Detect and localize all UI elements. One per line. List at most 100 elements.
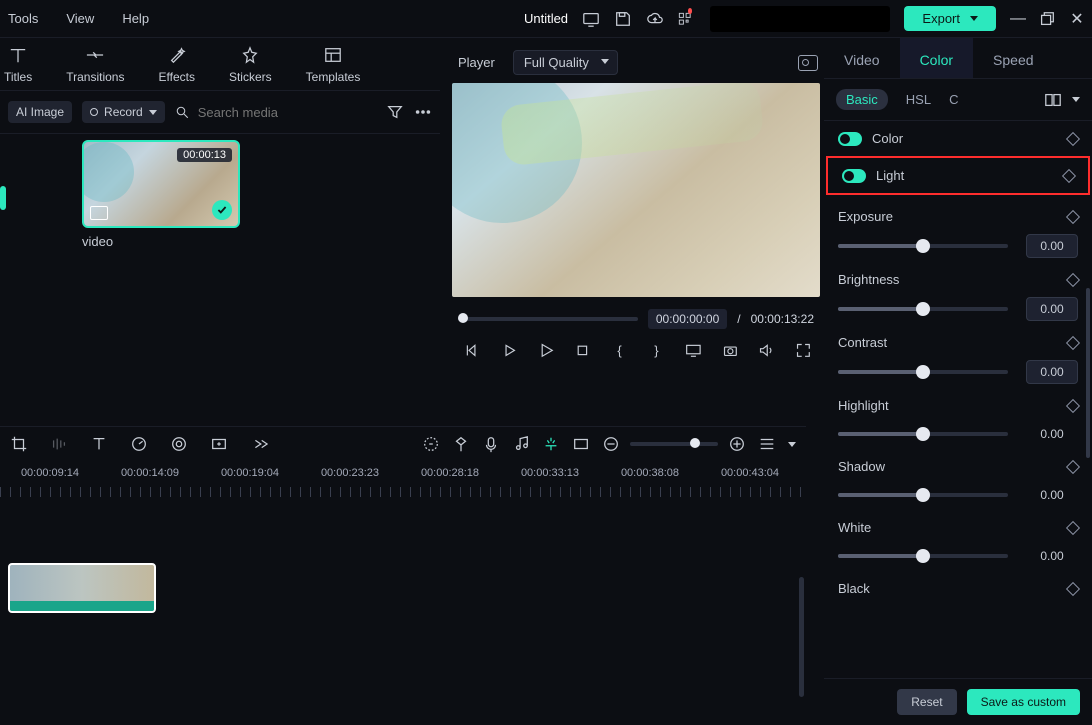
keyframe-icon[interactable]	[1066, 398, 1080, 412]
clip-marker-icon[interactable]	[422, 435, 440, 453]
play-icon[interactable]	[538, 341, 555, 359]
panel-scrollbar[interactable]	[1086, 288, 1090, 458]
restore-icon[interactable]	[1038, 10, 1056, 28]
more-icon[interactable]	[414, 103, 432, 121]
tool-effects[interactable]: Effects	[158, 46, 194, 84]
camera-icon[interactable]	[722, 341, 739, 359]
timeline-clip[interactable]	[8, 563, 156, 613]
snapshot-icon[interactable]	[798, 55, 818, 71]
fullscreen-icon[interactable]	[795, 341, 812, 359]
zoom-in-icon[interactable]	[728, 435, 746, 453]
exposure-value[interactable]: 0.00	[1026, 234, 1078, 258]
tab-speed[interactable]: Speed	[973, 38, 1053, 78]
chevron-down-icon[interactable]	[1072, 97, 1080, 102]
timeline-ruler[interactable]: 00:00:09:14 00:00:14:09 00:00:19:04 00:0…	[0, 461, 806, 497]
tool-stickers[interactable]: Stickers	[229, 46, 272, 84]
brightness-value[interactable]: 0.00	[1026, 297, 1078, 321]
tool-transitions[interactable]: Transitions	[66, 46, 124, 84]
mark-in-icon[interactable]: {	[611, 341, 628, 359]
section-light[interactable]: Light	[826, 156, 1090, 195]
keyframe-icon[interactable]	[1066, 272, 1080, 286]
filter-icon[interactable]	[386, 103, 404, 121]
highlight-value[interactable]: 0.00	[1026, 423, 1078, 445]
step-back-icon[interactable]	[464, 341, 481, 359]
keyframe-icon[interactable]	[1066, 581, 1080, 595]
qr-icon[interactable]	[678, 10, 696, 28]
chevron-down-icon[interactable]	[788, 442, 796, 447]
track-header-icon[interactable]	[758, 435, 776, 453]
reset-button[interactable]: Reset	[897, 689, 956, 715]
keyframe-icon[interactable]	[1066, 209, 1080, 223]
compare-icon[interactable]	[1044, 91, 1062, 109]
label-color: Color	[872, 131, 903, 146]
shadow-slider[interactable]	[838, 493, 1008, 497]
keyframe-add-icon[interactable]	[210, 435, 228, 453]
section-color[interactable]: Color	[824, 121, 1092, 156]
tab-color[interactable]: Color	[900, 38, 973, 78]
menu-view[interactable]: View	[66, 11, 94, 26]
text-icon[interactable]	[90, 435, 108, 453]
label-white: White	[838, 520, 871, 535]
video-preview[interactable]	[452, 83, 820, 297]
cloud-upload-icon[interactable]	[646, 10, 664, 28]
keyframe-icon[interactable]	[1066, 520, 1080, 534]
slider-black: Black	[838, 581, 1078, 596]
user-area[interactable]	[710, 6, 890, 32]
subtab-basic[interactable]: Basic	[836, 89, 888, 110]
mic-icon[interactable]	[482, 435, 500, 453]
toggle-light[interactable]	[842, 169, 866, 183]
tab-video[interactable]: Video	[824, 38, 900, 78]
toggle-color[interactable]	[838, 132, 862, 146]
slider-exposure: Exposure 0.00	[838, 209, 1078, 258]
search-icon	[175, 105, 190, 120]
contrast-slider[interactable]	[838, 370, 1008, 374]
zoom-out-icon[interactable]	[602, 435, 620, 453]
stop-icon[interactable]	[574, 341, 591, 359]
record-button[interactable]: Record	[82, 101, 165, 123]
contrast-value[interactable]: 0.00	[1026, 360, 1078, 384]
save-custom-button[interactable]: Save as custom	[967, 689, 1080, 715]
menu-help[interactable]: Help	[122, 11, 149, 26]
quality-select[interactable]: Full Quality	[513, 50, 618, 75]
close-icon[interactable]: ✕	[1070, 9, 1084, 29]
white-value[interactable]: 0.00	[1026, 545, 1078, 567]
magnet-icon[interactable]	[542, 435, 560, 453]
minimize-icon[interactable]: —	[1010, 10, 1024, 28]
subtab-hsl[interactable]: HSL	[906, 92, 931, 107]
media-thumbnail[interactable]: 00:00:13	[82, 140, 240, 228]
keyframe-icon[interactable]	[1066, 131, 1080, 145]
display-output-icon[interactable]	[685, 341, 702, 359]
brightness-slider[interactable]	[838, 307, 1008, 311]
color-match-icon[interactable]	[170, 435, 188, 453]
display-mode-icon[interactable]	[582, 10, 600, 28]
volume-icon[interactable]	[758, 341, 775, 359]
ai-image-button[interactable]: AI Image	[8, 101, 72, 123]
play-clip-icon[interactable]	[501, 341, 518, 359]
crop-icon[interactable]	[10, 435, 28, 453]
exposure-slider[interactable]	[838, 244, 1008, 248]
flag-icon[interactable]	[452, 435, 470, 453]
timeline-scrollbar[interactable]	[799, 577, 804, 697]
white-slider[interactable]	[838, 554, 1008, 558]
tool-templates[interactable]: Templates	[306, 46, 361, 84]
seek-bar[interactable]	[458, 317, 638, 321]
search-input[interactable]	[198, 105, 358, 120]
music-icon[interactable]	[512, 435, 530, 453]
keyframe-icon[interactable]	[1066, 459, 1080, 473]
menu-tools[interactable]: Tools	[8, 11, 38, 26]
speed-icon[interactable]	[130, 435, 148, 453]
more-tools-icon[interactable]	[250, 435, 268, 453]
mark-out-icon[interactable]: }	[648, 341, 665, 359]
tool-titles[interactable]: Titles	[4, 46, 32, 84]
highlight-slider[interactable]	[838, 432, 1008, 436]
keyframe-icon[interactable]	[1066, 335, 1080, 349]
export-button[interactable]: Export	[904, 6, 996, 31]
shadow-value[interactable]: 0.00	[1026, 484, 1078, 506]
zoom-slider[interactable]	[630, 442, 718, 446]
save-icon[interactable]	[614, 10, 632, 28]
categories-toolbar: Titles Transitions Effects Stickers Temp…	[0, 38, 440, 91]
time-separator: /	[737, 312, 740, 326]
subtab-c[interactable]: C	[949, 92, 958, 107]
ratio-icon[interactable]	[572, 435, 590, 453]
keyframe-icon[interactable]	[1062, 168, 1076, 182]
